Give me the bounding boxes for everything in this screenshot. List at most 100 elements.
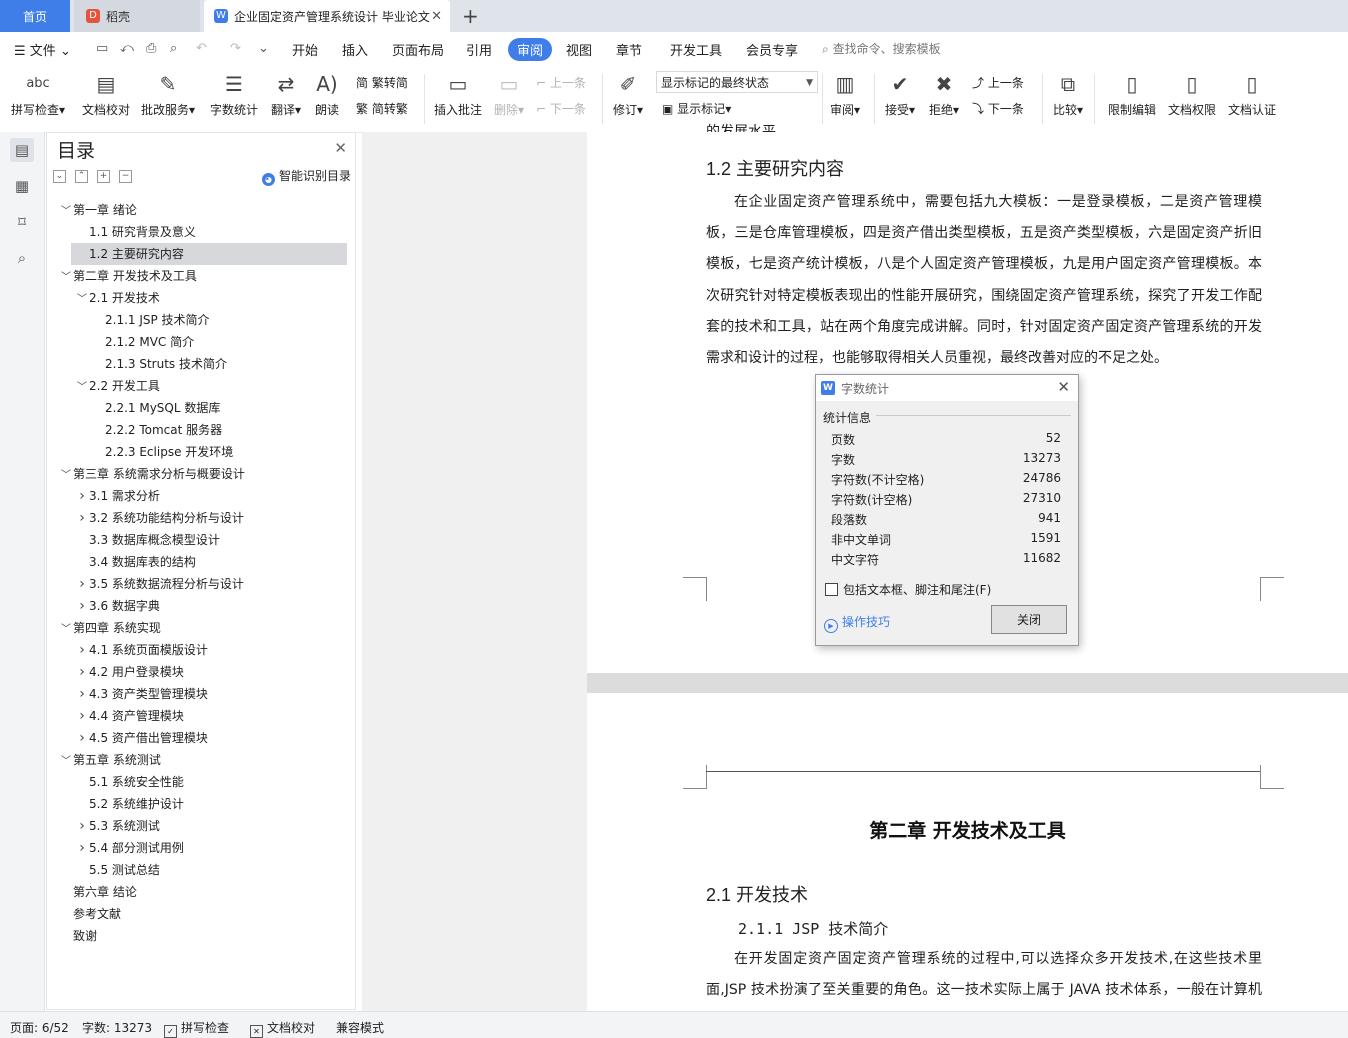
toc-item[interactable]: 5.1 系统安全性能 [75, 771, 184, 793]
new-tab-button[interactable]: + [462, 4, 479, 28]
toc-item[interactable]: › 5.4 部分测试用例 [75, 837, 184, 859]
next-comment-button[interactable]: ⌐ 下一条 [536, 100, 586, 117]
chevron-down-icon[interactable]: ﹀ [59, 201, 73, 223]
toc-item[interactable]: ﹀ 第二章 开发技术及工具 [59, 265, 197, 287]
close-icon[interactable]: ✕ [334, 139, 347, 157]
prev-comment-button[interactable]: ⌐ 上一条 [536, 74, 586, 91]
accept-button[interactable]: ✔ 接受▾ [880, 70, 920, 118]
toc-item[interactable]: › 3.5 系统数据流程分析与设计 [75, 573, 244, 595]
toc-item[interactable]: 参考文献 [59, 903, 121, 925]
toc-item[interactable]: › 4.3 资产类型管理模块 [75, 683, 208, 705]
document-permission-button[interactable]: ▯ 文档权限 [1164, 70, 1220, 118]
spell-check-button[interactable]: abc 拼写检查▾ [10, 70, 66, 118]
undo-history-icon[interactable]: ⤺ [120, 41, 134, 56]
reject-button[interactable]: ✖ 拒绝▾ [924, 70, 964, 118]
toc-item[interactable]: ﹀ 第一章 绪论 [59, 199, 137, 221]
print-preview-icon[interactable]: ⌕ [170, 41, 177, 56]
toc-item[interactable]: ﹀ 第五章 系统测试 [59, 749, 161, 771]
toc-item[interactable]: 3.4 数据库表的结构 [75, 551, 196, 573]
chevron-right-icon[interactable]: › [75, 815, 89, 837]
tips-link[interactable]: ▶ 操作技巧 [824, 613, 890, 633]
close-button[interactable]: 关闭 [991, 605, 1067, 634]
toc-item[interactable]: › 5.3 系统测试 [75, 815, 160, 837]
menu-member[interactable]: 会员专享 [746, 40, 798, 59]
next-change-button[interactable]: ⤵ 下一条 [972, 100, 1024, 117]
spell-check-status[interactable]: ✓ 拼写检查 [164, 1019, 229, 1038]
toc-item[interactable]: 第六章 结论 [59, 881, 137, 903]
menu-insert[interactable]: 插入 [342, 40, 368, 59]
toc-item[interactable]: ﹀ 第四章 系统实现 [59, 617, 161, 639]
toc-item[interactable]: 2.2.2 Tomcat 服务器 [91, 419, 222, 441]
redo-icon[interactable]: ↷ [230, 41, 241, 56]
menu-review[interactable]: 审阅 [508, 38, 553, 61]
toc-item[interactable]: › 3.1 需求分析 [75, 485, 160, 507]
word-count-button[interactable]: ☰ 字数统计 [206, 70, 262, 118]
menu-developer[interactable]: 开发工具 [670, 40, 722, 59]
chevron-right-icon[interactable]: › [75, 595, 89, 617]
toc-item[interactable]: ﹀ 2.1 开发技术 [75, 287, 160, 309]
bookmark-icon[interactable]: ⌑ [10, 210, 34, 234]
batch-service-button[interactable]: ✎ 批改服务▾ [138, 70, 198, 118]
toc-item[interactable]: 1.2 主要研究内容 [71, 243, 347, 265]
trad-to-simp-button[interactable]: 简 繁转简 [356, 74, 408, 91]
chevron-right-icon[interactable]: › [75, 507, 89, 529]
chevron-right-icon[interactable]: › [75, 727, 89, 749]
toc-item[interactable]: 2.1.2 MVC 简介 [91, 331, 194, 353]
toc-item[interactable]: 5.2 系统维护设计 [75, 793, 184, 815]
smart-toc-button[interactable]: ◕ 智能识别目录 [261, 167, 351, 186]
search-icon[interactable]: ⌕ [10, 246, 34, 270]
file-menu[interactable]: ☰ 文件 ⌄ [14, 40, 71, 59]
toc-item[interactable]: 5.5 测试总结 [75, 859, 160, 881]
read-aloud-button[interactable]: A) 朗读 [310, 70, 344, 118]
menu-page-layout[interactable]: 页面布局 [392, 40, 444, 59]
toc-item[interactable]: ﹀ 2.2 开发工具 [75, 375, 160, 397]
toc-item[interactable]: › 3.6 数据字典 [75, 595, 160, 617]
delete-comment-button[interactable]: ▭ 删除▾ [490, 70, 528, 118]
chevron-down-icon[interactable]: ﹀ [59, 267, 73, 289]
toc-item[interactable]: 2.1.1 JSP 技术简介 [91, 309, 210, 331]
toc-item[interactable]: › 4.5 资产借出管理模块 [75, 727, 208, 749]
simp-to-trad-button[interactable]: 繁 简转繁 [356, 100, 408, 117]
chevron-down-icon[interactable]: ﹀ [59, 619, 73, 641]
track-changes-button[interactable]: ✐ 修订▾ [608, 70, 648, 118]
expand-all-icon[interactable]: ⌃ [75, 170, 88, 183]
chevron-right-icon[interactable]: › [75, 683, 89, 705]
chevron-down-icon[interactable]: ﹀ [75, 377, 89, 399]
close-tab-icon[interactable]: ✕ [431, 9, 442, 24]
command-search[interactable]: ⌕ 查找命令、搜索模板 [822, 40, 941, 57]
compare-button[interactable]: ⧉ 比较▾ [1048, 70, 1088, 118]
toc-item[interactable]: ﹀ 第三章 系统需求分析与概要设计 [59, 463, 245, 485]
chevron-down-icon[interactable]: ﹀ [75, 289, 89, 311]
toc-panel-icon[interactable]: ▤ [10, 138, 34, 162]
quick-access-more-icon[interactable]: ⌄ [258, 41, 269, 56]
word-count-indicator[interactable]: 字数: 13273 [82, 1019, 152, 1036]
toc-item[interactable]: › 3.2 系统功能结构分析与设计 [75, 507, 244, 529]
restrict-editing-button[interactable]: ▯ 限制编辑 [1104, 70, 1160, 118]
menu-references[interactable]: 引用 [466, 40, 492, 59]
add-heading-icon[interactable]: + [97, 170, 110, 183]
show-markup-button[interactable]: ▣ 显示标记▾ [662, 100, 731, 117]
include-footnotes-checkbox[interactable]: 包括文本框、脚注和尾注(F) [825, 581, 991, 598]
toc-item[interactable]: › 4.2 用户登录模块 [75, 661, 184, 683]
menu-chapter[interactable]: 章节 [616, 40, 642, 59]
menu-start[interactable]: 开始 [292, 40, 318, 59]
chevron-right-icon[interactable]: › [75, 573, 89, 595]
chevron-right-icon[interactable]: › [75, 837, 89, 859]
markup-display-select[interactable]: 显示标记的最终状态 ▼ [656, 71, 818, 93]
collapse-all-icon[interactable]: ⌄ [53, 170, 66, 183]
doc-check-status[interactable]: ✕ 文档校对 [250, 1019, 315, 1038]
tab-document[interactable]: W 企业固定资产管理系统设计 毕业论文 ✕ [204, 0, 450, 32]
chevron-down-icon[interactable]: ﹀ [59, 751, 73, 773]
translate-button[interactable]: ⇄ 翻译▾ [266, 70, 306, 118]
toc-item[interactable]: 3.3 数据库概念模型设计 [75, 529, 220, 551]
print-icon[interactable]: ⎙ [146, 41, 156, 56]
chevron-right-icon[interactable]: › [75, 639, 89, 661]
dialog-titlebar[interactable]: W 字数统计 ✕ [816, 375, 1078, 401]
undo-icon[interactable]: ↶ [196, 41, 207, 56]
page-indicator[interactable]: 页面: 6/52 [10, 1019, 69, 1036]
toc-item[interactable]: › 4.1 系统页面模版设计 [75, 639, 208, 661]
tab-home[interactable]: 首页 [0, 0, 70, 32]
document-certify-button[interactable]: ▯ 文档认证 [1224, 70, 1280, 118]
remove-heading-icon[interactable]: − [119, 170, 132, 183]
chapter-nav-icon[interactable]: ▦ [10, 174, 34, 198]
